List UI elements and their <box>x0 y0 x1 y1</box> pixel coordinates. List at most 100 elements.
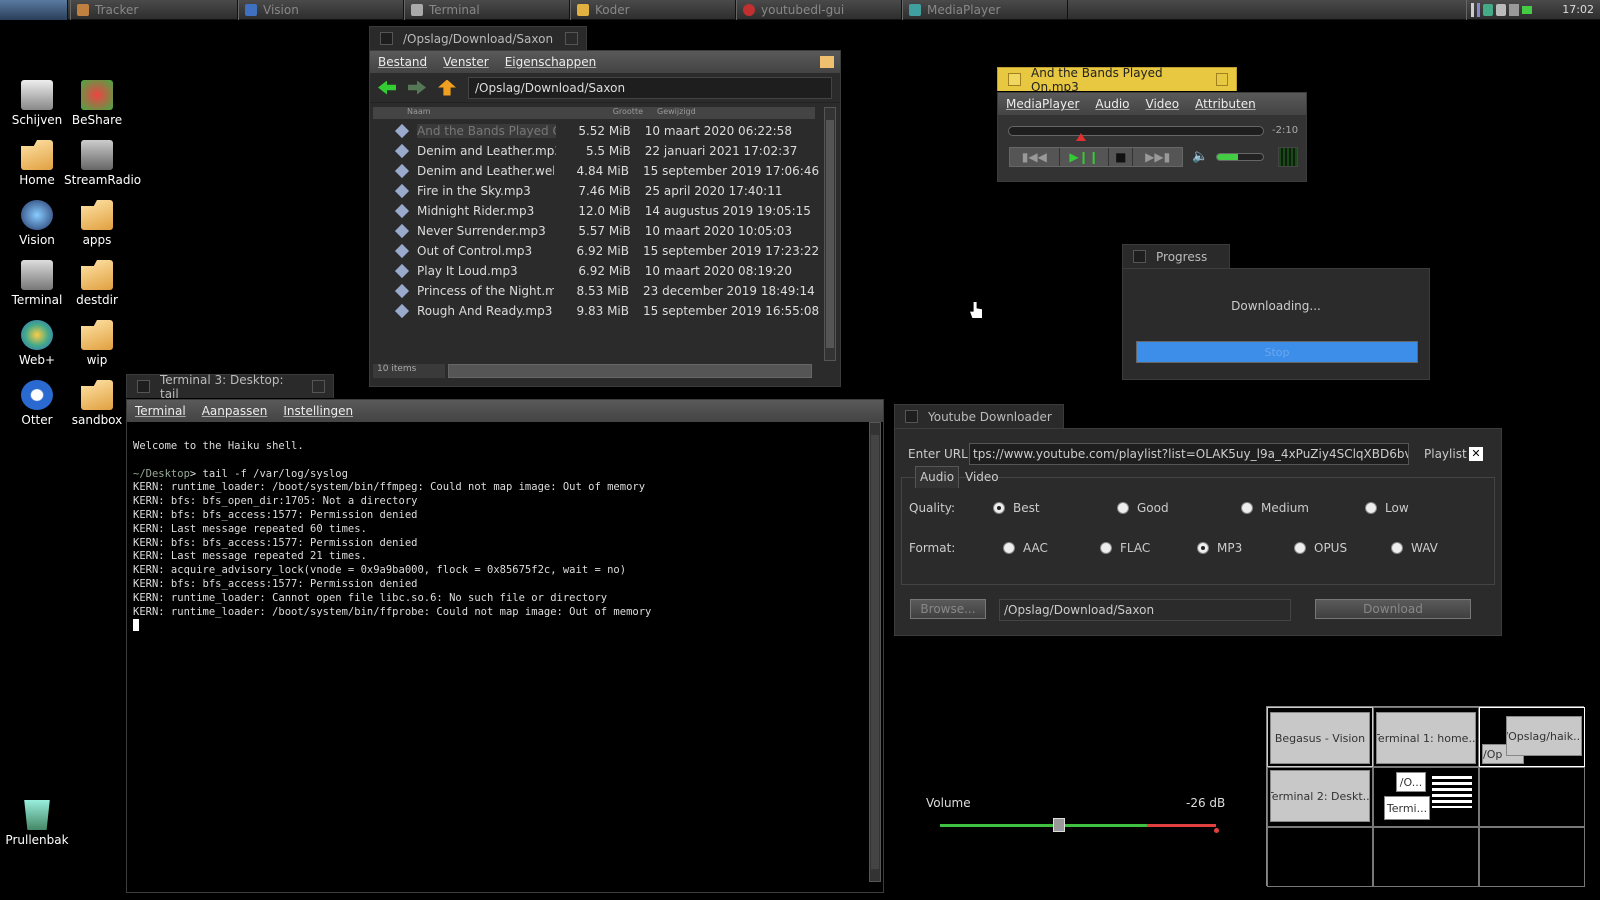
menu-mediaplayer[interactable]: MediaPlayer <box>1006 97 1079 111</box>
play-pause-icon[interactable]: ▶❙❙ <box>1060 148 1110 166</box>
tracker-vertical-scrollbar[interactable] <box>824 107 836 361</box>
task-koder[interactable]: Koder <box>570 0 736 20</box>
clock[interactable]: 17:02 <box>1562 3 1594 16</box>
skip-back-icon[interactable]: ▮◀◀ <box>1010 148 1060 166</box>
close-button[interactable] <box>1008 73 1021 86</box>
tab-audio[interactable]: Audio <box>915 466 959 488</box>
radio-button[interactable] <box>1241 502 1253 514</box>
file-row[interactable]: Never Surrender.mp3 5.57 MiB 10 maart 2020… <box>373 221 813 240</box>
forward-arrow-icon[interactable] <box>408 80 426 95</box>
scrollbar-thumb[interactable] <box>871 435 879 869</box>
menu-eigenschappen[interactable]: Eigenschappen <box>505 55 597 69</box>
desktop-icon-prullenbak[interactable]: Prullenbak <box>4 800 70 847</box>
seek-position-marker[interactable] <box>1075 133 1086 141</box>
desktop-icon-otter[interactable]: Otter <box>4 380 70 427</box>
task-vision[interactable]: Vision <box>238 0 404 20</box>
desktop-icon-vision[interactable]: Vision <box>4 200 70 247</box>
speaker-icon[interactable]: 🔈 <box>1192 149 1208 164</box>
format-option-aac[interactable]: AAC <box>1003 541 1048 555</box>
scrollbar-thumb[interactable] <box>826 120 834 348</box>
format-option-wav[interactable]: WAV <box>1391 541 1438 555</box>
zoom-button[interactable] <box>1215 73 1228 86</box>
skip-forward-icon[interactable]: ▶▶▮ <box>1133 148 1182 166</box>
workspace-4[interactable]: Terminal 2: Deskt... <box>1267 767 1373 827</box>
radio-button[interactable] <box>1294 542 1306 554</box>
radio-button[interactable] <box>1117 502 1129 514</box>
task-tracker[interactable]: Tracker <box>70 0 238 20</box>
column-grootte[interactable]: Grootte <box>555 107 647 119</box>
quality-option-good[interactable]: Good <box>1117 501 1169 515</box>
radio-button[interactable] <box>1197 542 1209 554</box>
quality-option-best[interactable]: Best <box>993 501 1040 515</box>
desktop-icon-destdir[interactable]: destdir <box>64 260 130 307</box>
workspace-3[interactable]: /Op /Opslag/haik... <box>1479 707 1585 767</box>
desktop-icon-wip[interactable]: wip <box>64 320 130 367</box>
cpu-meter-icon[interactable] <box>1477 3 1480 17</box>
back-arrow-icon[interactable] <box>378 80 396 95</box>
desktop-icon-streamradio[interactable]: StreamRadio <box>64 140 141 187</box>
stop-icon[interactable]: ■ <box>1109 148 1134 166</box>
format-option-mp3[interactable]: MP3 <box>1197 541 1242 555</box>
desktop-icon-sandbox[interactable]: sandbox <box>64 380 130 427</box>
menu-attributen[interactable]: Attributen <box>1195 97 1256 111</box>
menu-bestand[interactable]: Bestand <box>378 55 427 69</box>
workspace-7[interactable] <box>1267 827 1373 887</box>
seek-slider[interactable] <box>1008 126 1264 141</box>
volume-icon[interactable] <box>1509 4 1519 16</box>
download-button[interactable]: Download <box>1315 599 1471 619</box>
path-field[interactable]: /Opslag/Download/Saxon <box>468 76 832 99</box>
quality-option-medium[interactable]: Medium <box>1241 501 1309 515</box>
progress-bar-fill[interactable]: Stop <box>1137 342 1417 362</box>
workspace-6[interactable] <box>1479 767 1585 827</box>
desktop-icon-home[interactable]: Home <box>4 140 70 187</box>
volume-slider[interactable] <box>940 818 1216 832</box>
tracker-window-tab[interactable]: /Opslag/Download/Saxon <box>369 26 587 50</box>
radio-button[interactable] <box>1391 542 1403 554</box>
folder-field[interactable]: /Opslag/Download/Saxon <box>999 599 1291 621</box>
close-button[interactable] <box>137 380 150 393</box>
cpu-meter-icon[interactable] <box>1471 3 1474 17</box>
workspace-2[interactable]: Terminal 1: home... <box>1373 707 1479 767</box>
volume-slider-thumb[interactable] <box>1052 818 1065 832</box>
menu-terminal[interactable]: Terminal <box>135 404 186 418</box>
radio-button[interactable] <box>993 502 1005 514</box>
quality-option-low[interactable]: Low <box>1365 501 1409 515</box>
file-row[interactable]: Denim and Leather.mp3 5.5 MiB 22 januari 2… <box>373 141 813 160</box>
menu-video[interactable]: Video <box>1146 97 1180 111</box>
desktop-icon-beshare[interactable]: BeShare <box>64 80 130 127</box>
format-option-flac[interactable]: FLAC <box>1100 541 1150 555</box>
column-gewijzigd[interactable]: Gewijzigd <box>647 107 696 119</box>
desktop-icon-schijven[interactable]: Schijven <box>4 80 70 127</box>
close-button[interactable] <box>905 410 918 423</box>
file-row[interactable]: Fire in the Sky.mp3 7.46 MiB 25 april 2020… <box>373 181 813 200</box>
file-row[interactable]: Out of Control.mp3 6.92 MiB 15 september 2… <box>373 241 819 260</box>
parent-folder-icon[interactable] <box>438 79 456 96</box>
haiku-leaf-menu-icon[interactable] <box>0 0 68 20</box>
workspace-9[interactable] <box>1479 827 1585 887</box>
zoom-button[interactable] <box>565 32 578 45</box>
workspace-8[interactable] <box>1373 827 1479 887</box>
terminal-window-tab[interactable]: Terminal 3: Desktop: tail <box>126 373 334 401</box>
radio-button[interactable] <box>1100 542 1112 554</box>
tab-video[interactable]: Video <box>965 470 999 484</box>
file-row[interactable]: Denim and Leather.webm 4.84 MiB 15 septemb… <box>373 161 819 180</box>
radio-button[interactable] <box>1365 502 1377 514</box>
desktop-icon-webplus[interactable]: Web+ <box>4 320 70 367</box>
progress-window-tab[interactable]: Progress <box>1122 244 1230 268</box>
task-youtubedl-gui[interactable]: youtubedl-gui <box>736 0 902 20</box>
file-row[interactable]: Play It Loud.mp3 6.92 MiB 10 maart 2020 08… <box>373 261 813 280</box>
terminal-scrollbar[interactable] <box>869 422 881 882</box>
task-terminal[interactable]: Terminal <box>404 0 570 20</box>
column-naam[interactable]: Naam <box>373 107 555 119</box>
menu-instellingen[interactable]: Instellingen <box>283 404 353 418</box>
task-mediaplayer[interactable]: MediaPlayer <box>902 0 1068 20</box>
desktop-icon-terminal[interactable]: Terminal <box>4 260 70 307</box>
workspace-1[interactable]: Begasus - Vision <box>1267 707 1373 767</box>
file-row[interactable]: And the Bands Played O... 5.52 MiB 10 maar… <box>373 121 813 140</box>
menu-aanpassen[interactable]: Aanpassen <box>202 404 268 418</box>
file-row[interactable]: Princess of the Night.mp3 8.53 MiB 23 dece… <box>373 281 815 300</box>
network-icon[interactable] <box>1483 4 1493 16</box>
mediaplayer-volume-slider[interactable] <box>1216 153 1264 161</box>
format-option-opus[interactable]: OPUS <box>1294 541 1347 555</box>
zoom-button[interactable] <box>312 380 325 393</box>
